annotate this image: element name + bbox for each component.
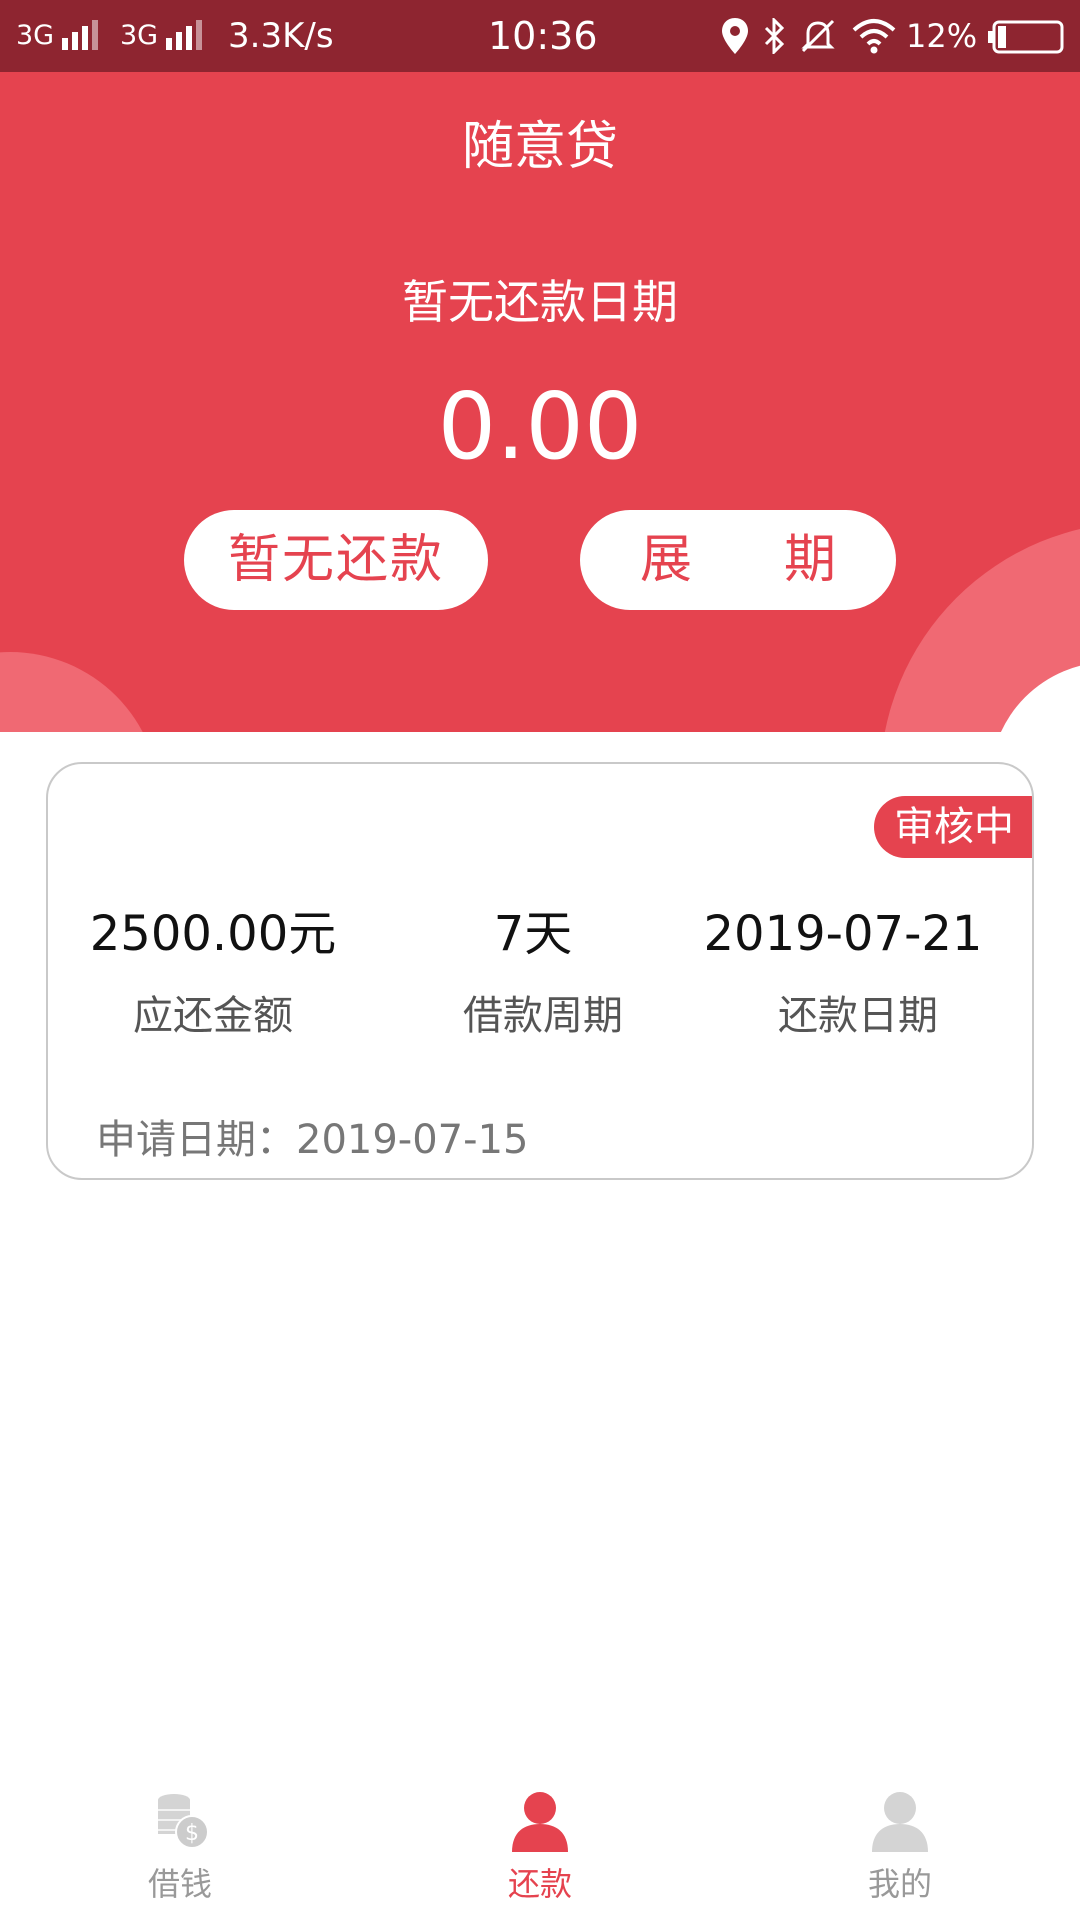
extend-button[interactable]: 展 期: [580, 510, 896, 610]
apply-date: 申请日期：2019-07-15: [96, 1114, 528, 1166]
network-speed: 3.3K/s: [228, 16, 334, 56]
decorative-circle: [0, 652, 160, 732]
period-label: 借款周期: [463, 993, 623, 1039]
status-badge: 审核中: [874, 796, 1032, 858]
tab-repay[interactable]: 还款: [440, 1770, 640, 1920]
mute-bell-icon: [801, 19, 835, 53]
network-type-1: 3G: [16, 20, 55, 51]
clock: 10:36: [488, 14, 598, 58]
period-column: 7天 借款周期: [418, 902, 668, 1044]
due-label: 还款日期: [778, 993, 938, 1039]
wifi-icon: [852, 19, 896, 54]
battery-icon: [988, 20, 1064, 54]
due-column: 2019-07-21 还款日期: [688, 902, 998, 1044]
repay-button[interactable]: 暂无还款: [184, 510, 488, 610]
bottom-tab-bar: $ 借钱 还款 我的: [0, 1770, 1080, 1920]
period-value: 7天: [493, 906, 573, 962]
location-icon: [722, 18, 748, 54]
apply-date-label: 申请日期：: [96, 1117, 296, 1163]
status-bar: 3G 3G 3.3K/s 10:36 12%: [0, 0, 1080, 72]
extend-button-label-left: 展: [640, 530, 693, 590]
person-icon: [512, 1792, 568, 1852]
amount-label: 应还金额: [133, 993, 293, 1039]
apply-date-value: 2019-07-15: [296, 1117, 529, 1163]
tab-mine-label: 我的: [867, 1865, 932, 1903]
page-title: 随意贷: [461, 117, 618, 177]
tab-borrow[interactable]: $ 借钱: [80, 1770, 280, 1920]
amount-column: 2500.00元 应还金额: [88, 902, 338, 1044]
network-type-2: 3G: [120, 20, 159, 51]
due-value: 2019-07-21: [703, 906, 983, 962]
user-icon: [872, 1792, 928, 1852]
signal-icon: [62, 20, 98, 50]
signal-icon: [166, 20, 202, 50]
battery-level: 12%: [906, 17, 978, 55]
repay-amount: 0.00: [437, 373, 643, 480]
amount-value: 2500.00元: [89, 906, 337, 962]
loan-card[interactable]: 审核中 2500.00元 应还金额 7天 借款周期 2019-07-21 还款日…: [46, 762, 1034, 1180]
tab-mine[interactable]: 我的: [800, 1770, 1000, 1920]
bluetooth-icon: [764, 18, 785, 54]
svg-text:$: $: [185, 1821, 199, 1846]
tab-borrow-label: 借钱: [147, 1865, 212, 1903]
coins-icon: $: [158, 1794, 209, 1849]
extend-button-label-right: 期: [783, 530, 836, 590]
tab-repay-label: 还款: [507, 1865, 572, 1903]
repayment-summary: 随意贷 暂无还款日期 0.00 暂无还款 展 期: [0, 72, 1080, 732]
due-date-text: 暂无还款日期: [402, 275, 678, 329]
